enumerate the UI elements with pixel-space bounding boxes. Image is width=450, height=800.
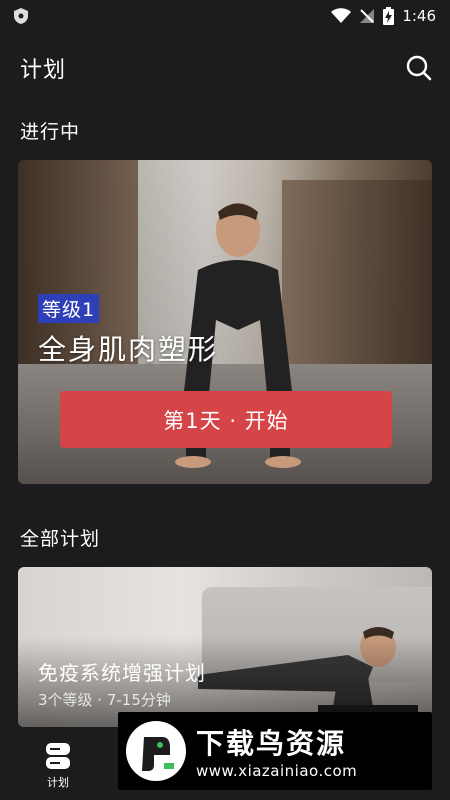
nav-label-plan: 计划 <box>47 776 69 789</box>
bird-logo-icon <box>126 721 186 781</box>
status-time: 1:46 <box>402 7 436 25</box>
plan-subtitle: 3个等级 · 7-15分钟 <box>38 691 171 709</box>
plan-name: 全身肌肉塑形 <box>38 333 219 366</box>
status-bar: 1:46 <box>0 0 450 32</box>
start-day-button[interactable]: 第1天 · 开始 <box>60 391 392 448</box>
search-button[interactable] <box>404 53 434 83</box>
watermark-url: www.xiazainiao.com <box>196 762 358 780</box>
battery-charging-icon <box>383 7 395 25</box>
watermark-title: 下载鸟资源 <box>196 727 347 760</box>
status-right: 1:46 <box>331 7 436 25</box>
header: 计划 <box>0 48 450 88</box>
page-title: 计划 <box>20 58 67 83</box>
search-icon <box>406 55 432 81</box>
watermark-text: 下载鸟资源 www.xiazainiao.com <box>196 722 357 780</box>
status-left <box>14 8 28 24</box>
plan-title: 免疫系统增强计划 <box>38 661 206 685</box>
section-title-in-progress: 进行中 <box>20 121 81 143</box>
section-title-all-plans: 全部计划 <box>20 528 101 550</box>
level-badge: 等级1 <box>38 294 100 323</box>
nav-item-plan[interactable]: 计划 <box>36 742 80 790</box>
plan-icon <box>46 743 70 769</box>
watermark: 下载鸟资源 www.xiazainiao.com <box>118 712 432 790</box>
in-progress-card[interactable]: 等级1 全身肌肉塑形 第1天 · 开始 <box>18 160 432 484</box>
no-signal-icon <box>360 9 375 23</box>
plan-card[interactable]: 免疫系统增强计划 3个等级 · 7-15分钟 <box>18 567 432 727</box>
shield-icon <box>14 8 28 24</box>
wifi-icon <box>331 8 352 23</box>
